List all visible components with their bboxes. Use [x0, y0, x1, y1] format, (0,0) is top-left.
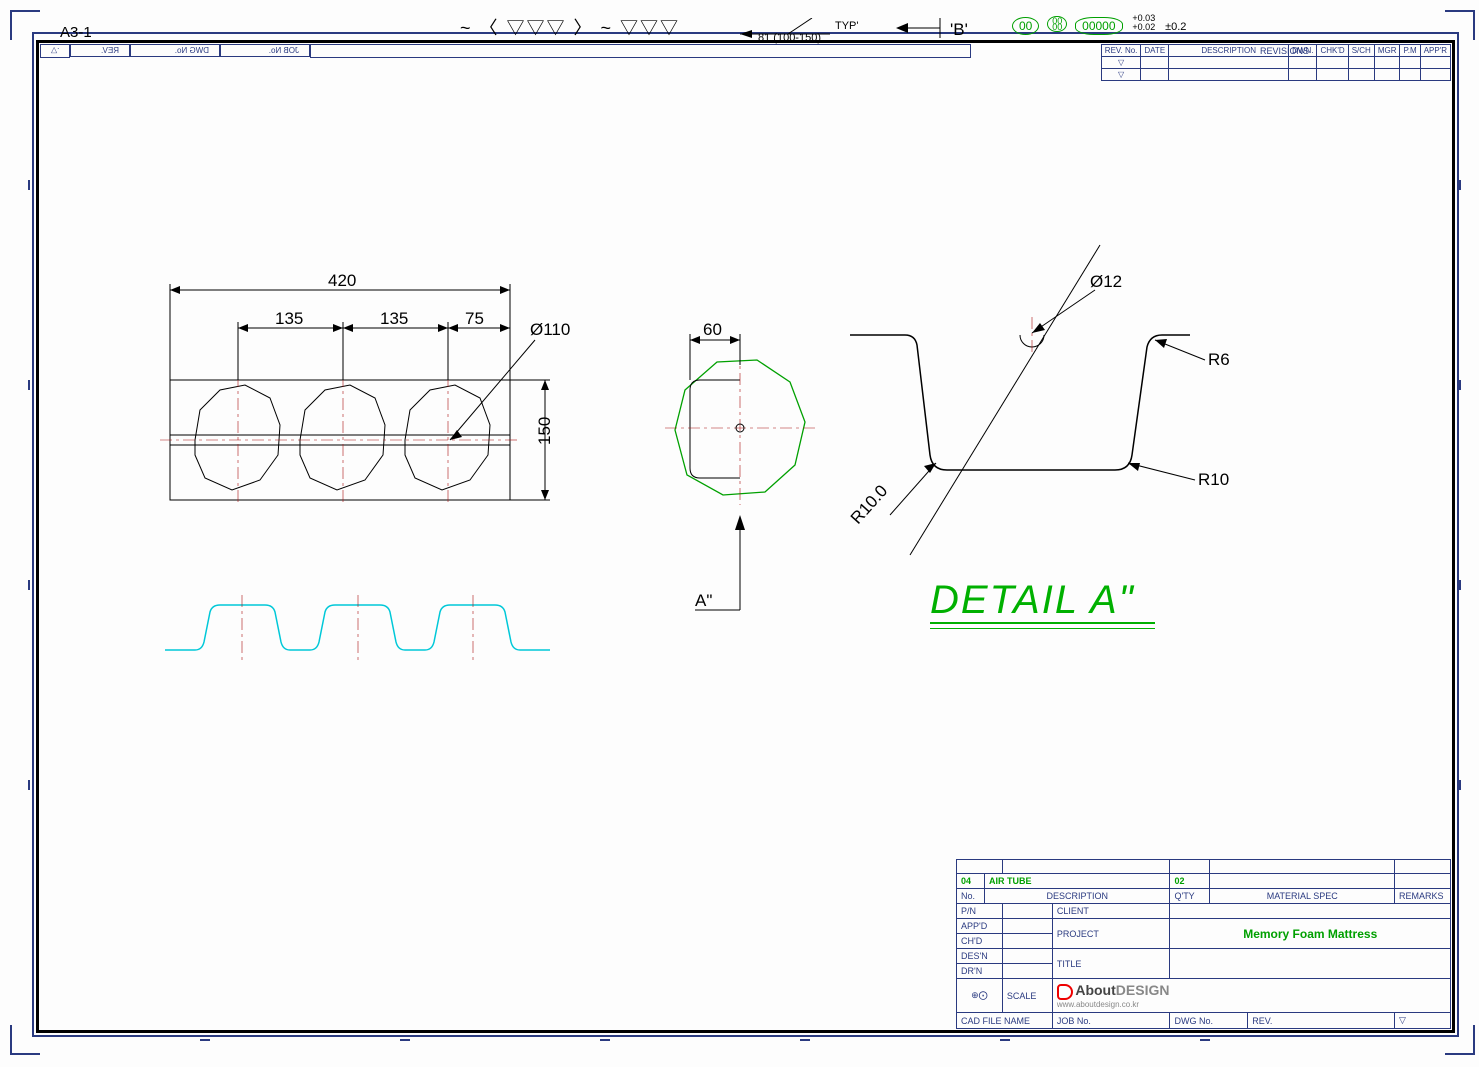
- hdr: No.: [957, 889, 985, 904]
- tick: [1459, 380, 1461, 390]
- rev-hdr: DESCRIPTION: [1169, 45, 1289, 57]
- lbl-title: TITLE: [1052, 949, 1170, 979]
- tick: [400, 1039, 410, 1041]
- logo-text: About: [1075, 982, 1115, 998]
- rev-hdr: DATE: [1141, 45, 1169, 57]
- rev-hdr: APP'R: [1420, 45, 1450, 57]
- detail-underline: [930, 622, 1155, 624]
- hdr: DESCRIPTION: [985, 889, 1170, 904]
- rev-hdr: S/CH: [1348, 45, 1374, 57]
- tick: [1459, 180, 1461, 190]
- lbl-project: PROJECT: [1052, 919, 1170, 949]
- rev-hdr: CHK'D: [1317, 45, 1348, 57]
- section-a-label: A": [695, 591, 712, 610]
- top-view: 420 135 135 75 150 Ø110: [150, 280, 570, 540]
- tick: [1000, 1039, 1010, 1041]
- section-b-label: 'B': [950, 20, 968, 40]
- dim-width: 420: [328, 271, 356, 290]
- title-block: 04 AIR TUBE 02 No. DESCRIPTION Q'TY MATE…: [956, 859, 1451, 1029]
- tol-general: ±0.2: [1165, 21, 1186, 33]
- rev-hdr: MGR: [1374, 45, 1400, 57]
- sheet-format-label: A3-1: [60, 24, 92, 41]
- row-chkd: CH'D: [957, 934, 1003, 949]
- logo: AboutDESIGN www.aboutdesign.co.kr: [1052, 979, 1450, 1013]
- dim-p1: 135: [275, 309, 303, 328]
- lbl-rev: REV.: [1248, 1013, 1395, 1029]
- tick: [600, 1039, 610, 1041]
- dim-r100: R10.0: [847, 481, 891, 527]
- tick: [28, 780, 30, 790]
- lbl-job: JOB No.: [1052, 1013, 1170, 1029]
- row-pn: P/N: [957, 904, 1003, 919]
- rev-hdr: P.M: [1400, 45, 1420, 57]
- rev-hdr: REV. No.: [1101, 45, 1141, 57]
- rev-hdr: DWN.: [1289, 45, 1317, 57]
- dim-r10: R10: [1198, 470, 1229, 489]
- lbl-scale: SCALE: [1002, 979, 1052, 1013]
- tick: [800, 1039, 810, 1041]
- tol-upper: +0.03+0.02: [1132, 14, 1155, 32]
- row-desn: DES'N: [957, 949, 1003, 964]
- revisions-table: REV. No. DATE DESCRIPTION DWN. CHK'D S/C…: [1101, 44, 1451, 81]
- rev-cell: REV.: [70, 45, 130, 58]
- bom-no: 04: [957, 874, 985, 889]
- job-cell: JOB No.: [220, 45, 310, 58]
- hdr: Q'TY: [1170, 889, 1210, 904]
- dim-height: 150: [535, 417, 554, 445]
- profile-section: [160, 590, 560, 670]
- section-arrow: 'B': [890, 16, 950, 43]
- bom-item: AIR TUBE: [985, 874, 1170, 889]
- corner-mark: [1445, 10, 1475, 40]
- bom-qty: 02: [1170, 874, 1210, 889]
- lbl-client: CLIENT: [1052, 904, 1170, 919]
- drawing-sheet: A3-1 ▽. REV. DWG No. JOB No. ~ 〈 ▽▽▽ 〉 ~…: [0, 0, 1479, 1067]
- detail-view: Ø12 R6 R10 R10.0: [850, 255, 1290, 575]
- logo-text: DESIGN: [1116, 982, 1170, 998]
- surface-finish-group: ~ 〈 ▽▽▽ 〉 ~ ▽▽▽: [460, 14, 680, 40]
- side-view: 60 A": [645, 310, 845, 630]
- logo-url: www.aboutdesign.co.kr: [1057, 1000, 1446, 1009]
- tick: [1459, 580, 1461, 590]
- tick: [28, 580, 30, 590]
- tick: [28, 180, 30, 190]
- row-drtn: DR'N: [957, 964, 1003, 979]
- dim-sidew: 60: [703, 320, 722, 339]
- tick: [1459, 780, 1461, 790]
- dim-r6: R6: [1208, 350, 1230, 369]
- logo-icon: [1057, 984, 1073, 1000]
- dim-p3: 75: [465, 309, 484, 328]
- weld-range: 81 (100-150): [758, 32, 821, 44]
- weld-symbol: 81 (100-150) TYP': [740, 18, 870, 47]
- hdr: REMARKS: [1395, 889, 1451, 904]
- detail-underline: [930, 628, 1155, 629]
- tick: [200, 1039, 210, 1041]
- row-appd: APP'D: [957, 919, 1003, 934]
- dim-d12: Ø12: [1090, 272, 1122, 291]
- lbl-dwg: DWG No.: [1170, 1013, 1248, 1029]
- badge-group: 00 0000 00000 +0.03+0.02 ±0.2: [1010, 14, 1186, 35]
- badge: 00: [1012, 17, 1039, 35]
- lbl-cad: CAD FILE NAME: [957, 1013, 1053, 1029]
- hdr: MATERIAL SPEC: [1210, 889, 1395, 904]
- corner-mark: [10, 10, 40, 40]
- tick: [28, 380, 30, 390]
- badge: 00000: [1075, 17, 1122, 35]
- detail-title: DETAIL A": [930, 580, 1135, 620]
- project-value: Memory Foam Mattress: [1170, 919, 1451, 949]
- dwg-cell: DWG No.: [130, 45, 220, 58]
- badge: 0000: [1047, 16, 1067, 33]
- weld-typ: TYP': [835, 20, 859, 32]
- tick: [1200, 1039, 1210, 1041]
- dim-dia: Ø110: [530, 320, 570, 339]
- dim-p2: 135: [380, 309, 408, 328]
